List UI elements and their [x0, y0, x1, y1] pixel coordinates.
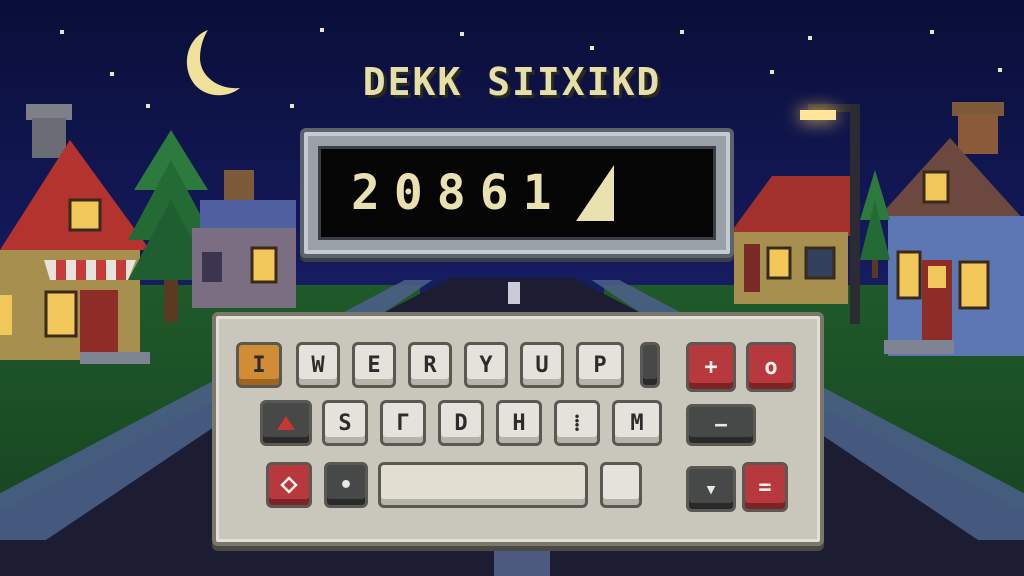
key-slim[interactable] [640, 342, 660, 388]
star [60, 30, 64, 34]
key-plus[interactable]: + [686, 342, 736, 392]
game-scene: DEKK SIIXIKD 20861 I W E R Y U P S Γ D H… [0, 0, 1024, 576]
calculator-display: 20861 [300, 128, 734, 258]
key-blank[interactable] [600, 462, 642, 508]
display-value: 20861 [351, 165, 566, 221]
spacebar[interactable] [378, 462, 588, 508]
key-u[interactable]: U [520, 342, 564, 388]
key-minus[interactable]: − [686, 404, 756, 446]
star [460, 32, 464, 36]
game-title: DEKK SIIXIKD [362, 60, 662, 104]
key-symbol[interactable]: ⁞ [554, 400, 600, 446]
display-cursor [575, 165, 614, 221]
key-rotate[interactable] [266, 462, 312, 508]
house-right [876, 102, 1024, 356]
house-left-back [192, 170, 296, 308]
key-m[interactable]: M [612, 400, 662, 446]
key-i[interactable]: I [236, 342, 282, 388]
key-o[interactable]: o [746, 342, 796, 392]
star [680, 30, 684, 34]
star [590, 46, 594, 50]
key-w[interactable]: W [296, 342, 340, 388]
tree-right [860, 170, 890, 278]
star [808, 36, 812, 40]
rotate-icon [280, 476, 298, 494]
key-gamma[interactable]: Γ [380, 400, 426, 446]
lane-marking [508, 282, 520, 304]
star [320, 28, 324, 32]
display-screen: 20861 [318, 146, 716, 240]
star [290, 104, 294, 108]
key-p[interactable]: P [576, 342, 624, 388]
key-dot[interactable]: • [324, 462, 368, 508]
street-lamp-post [850, 104, 860, 324]
key-d[interactable]: D [438, 400, 484, 446]
house-right-mid [728, 176, 856, 304]
street-lamp-light [800, 110, 836, 120]
up-arrow-icon [277, 416, 295, 430]
key-up-arrow[interactable] [260, 400, 312, 446]
key-y[interactable]: Y [464, 342, 508, 388]
key-s[interactable]: S [322, 400, 368, 446]
key-e[interactable]: E [352, 342, 396, 388]
key-equals[interactable]: = [742, 462, 788, 512]
key-down[interactable]: ▾ [686, 466, 736, 512]
star [930, 30, 934, 34]
key-h[interactable]: H [496, 400, 542, 446]
keypad: I W E R Y U P S Γ D H ⁞ M • + o − ▾ = [212, 312, 824, 546]
lane-marking [494, 542, 550, 576]
key-r[interactable]: R [408, 342, 452, 388]
